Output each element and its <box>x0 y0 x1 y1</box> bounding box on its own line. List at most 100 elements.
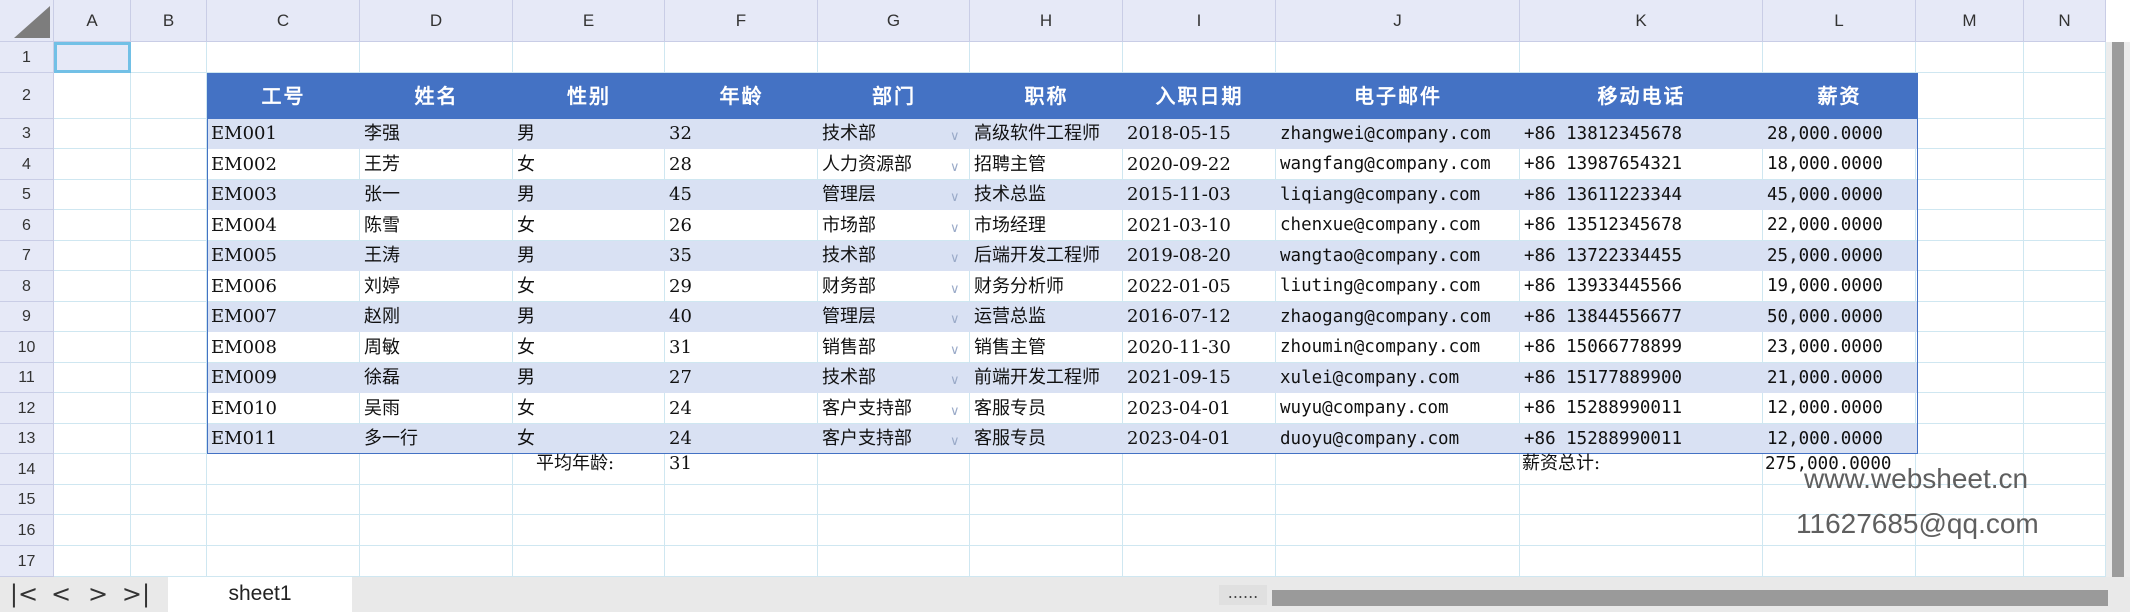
table-cell-mobile-phone[interactable]: +86 13722334455 <box>1520 241 1763 271</box>
table-cell-gender[interactable]: 女 <box>513 149 665 180</box>
table-cell-age[interactable]: 35 <box>665 241 818 271</box>
table-cell-gender[interactable]: 男 <box>513 363 665 393</box>
table-cell-employee-id[interactable]: EM007 <box>207 302 360 332</box>
select-all-corner[interactable] <box>0 0 54 42</box>
table-cell-hire-date[interactable]: 2023-04-01 <box>1123 424 1276 454</box>
table-cell-mobile-phone[interactable]: +86 13933445566 <box>1520 271 1763 302</box>
table-cell-mobile-phone[interactable]: +86 15177889900 <box>1520 363 1763 393</box>
table-cell-mobile-phone[interactable]: +86 15066778899 <box>1520 332 1763 363</box>
table-cell-gender[interactable]: 男 <box>513 119 665 149</box>
table-cell-department[interactable]: 客户支持部 <box>818 393 970 424</box>
dropdown-chevron-icon[interactable]: ∨ <box>950 404 964 419</box>
table-cell-salary[interactable]: 22,000.0000 <box>1763 210 1916 241</box>
table-cell-name[interactable]: 徐磊 <box>360 363 513 393</box>
row-header-9[interactable]: 9 <box>0 302 54 332</box>
table-cell-salary[interactable]: 21,000.0000 <box>1763 363 1916 393</box>
table-cell-department[interactable]: 财务部 <box>818 271 970 302</box>
table-cell-gender[interactable]: 女 <box>513 271 665 302</box>
table-cell-salary[interactable]: 45,000.0000 <box>1763 180 1916 210</box>
table-cell-email[interactable]: duoyu@company.com <box>1276 424 1520 454</box>
column-header-d[interactable]: D <box>360 0 513 42</box>
table-cell-job-title[interactable]: 技术总监 <box>970 180 1123 210</box>
table-cell-gender[interactable]: 女 <box>513 393 665 424</box>
table-cell-name[interactable]: 王芳 <box>360 149 513 180</box>
table-cell-department[interactable]: 管理层 <box>818 302 970 332</box>
dropdown-chevron-icon[interactable]: ∨ <box>950 435 964 449</box>
table-cell-job-title[interactable]: 高级软件工程师 <box>970 119 1123 149</box>
table-cell-hire-date[interactable]: 2020-11-30 <box>1123 332 1276 363</box>
table-cell-name[interactable]: 王涛 <box>360 241 513 271</box>
row-header-1[interactable]: 1 <box>0 42 54 73</box>
prev-sheet-icon[interactable]: < <box>43 577 79 612</box>
dropdown-chevron-icon[interactable]: ∨ <box>950 252 964 266</box>
row-header-17[interactable]: 17 <box>0 546 54 577</box>
table-cell-hire-date[interactable]: 2021-09-15 <box>1123 363 1276 393</box>
table-cell-age[interactable]: 45 <box>665 180 818 210</box>
table-cell-department[interactable]: 技术部 <box>818 363 970 393</box>
column-header-k[interactable]: K <box>1520 0 1763 42</box>
table-header-employee-id[interactable]: 工号 <box>207 73 360 119</box>
column-header-l[interactable]: L <box>1763 0 1916 42</box>
avg-age-label[interactable]: 平均年龄: <box>532 453 682 475</box>
table-cell-gender[interactable]: 女 <box>513 424 665 454</box>
row-header-11[interactable]: 11 <box>0 363 54 393</box>
table-cell-salary[interactable]: 12,000.0000 <box>1763 393 1916 424</box>
table-cell-age[interactable]: 27 <box>665 363 818 393</box>
table-cell-job-title[interactable]: 客服专员 <box>970 393 1123 424</box>
table-cell-salary[interactable]: 18,000.0000 <box>1763 149 1916 180</box>
table-cell-salary[interactable]: 23,000.0000 <box>1763 332 1916 363</box>
next-sheet-icon[interactable]: > <box>80 577 116 612</box>
dropdown-chevron-icon[interactable]: ∨ <box>950 313 964 327</box>
table-cell-department[interactable]: 市场部 <box>818 210 970 241</box>
table-cell-age[interactable]: 29 <box>665 271 818 302</box>
table-cell-name[interactable]: 周敏 <box>360 332 513 363</box>
table-cell-email[interactable]: chenxue@company.com <box>1276 210 1520 241</box>
table-cell-hire-date[interactable]: 2023-04-01 <box>1123 393 1276 424</box>
row-header-3[interactable]: 3 <box>0 119 54 149</box>
table-cell-job-title[interactable]: 财务分析师 <box>970 271 1123 302</box>
table-cell-hire-date[interactable]: 2021-03-10 <box>1123 210 1276 241</box>
table-cell-gender[interactable]: 女 <box>513 332 665 363</box>
table-header-department[interactable]: 部门 <box>818 73 970 119</box>
spreadsheet[interactable]: ABCDEFGHIJKLMN 1 2 3 4 5 6 7 8 9 10 11 12 13 14 15 16 17… <box>0 0 2130 612</box>
vertical-scrollbar-thumb[interactable] <box>2112 42 2124 582</box>
dropdown-chevron-icon[interactable]: ∨ <box>950 160 964 175</box>
column-header-i[interactable]: I <box>1123 0 1276 42</box>
row-header-2[interactable]: 2 <box>0 73 54 119</box>
table-cell-employee-id[interactable]: EM004 <box>207 210 360 241</box>
active-cell-selection[interactable] <box>54 42 131 73</box>
dropdown-chevron-icon[interactable]: ∨ <box>950 374 964 388</box>
table-cell-employee-id[interactable]: EM009 <box>207 363 360 393</box>
sheet-tab-sheet1[interactable]: sheet1 <box>168 577 352 612</box>
row-header-7[interactable]: 7 <box>0 241 54 271</box>
table-cell-email[interactable]: wangtao@company.com <box>1276 241 1520 271</box>
table-cell-department[interactable]: 人力资源部 <box>818 149 970 180</box>
table-cell-department[interactable]: 技术部 <box>818 241 970 271</box>
table-cell-hire-date[interactable]: 2016-07-12 <box>1123 302 1276 332</box>
table-cell-mobile-phone[interactable]: +86 13844556677 <box>1520 302 1763 332</box>
table-cell-age[interactable]: 40 <box>665 302 818 332</box>
dropdown-chevron-icon[interactable]: ∨ <box>950 343 964 358</box>
table-cell-job-title[interactable]: 市场经理 <box>970 210 1123 241</box>
table-cell-employee-id[interactable]: EM005 <box>207 241 360 271</box>
table-cell-gender[interactable]: 女 <box>513 210 665 241</box>
dropdown-chevron-icon[interactable]: ∨ <box>950 221 964 236</box>
table-cell-job-title[interactable]: 前端开发工程师 <box>970 363 1123 393</box>
table-cell-gender[interactable]: 男 <box>513 180 665 210</box>
row-header-16[interactable]: 16 <box>0 515 54 546</box>
row-header-10[interactable]: 10 <box>0 332 54 363</box>
table-cell-age[interactable]: 32 <box>665 119 818 149</box>
table-header-mobile-phone[interactable]: 移动电话 <box>1520 73 1763 119</box>
table-cell-hire-date[interactable]: 2018-05-15 <box>1123 119 1276 149</box>
table-cell-employee-id[interactable]: EM011 <box>207 424 360 454</box>
table-cell-job-title[interactable]: 客服专员 <box>970 424 1123 454</box>
last-sheet-icon[interactable]: >| <box>118 577 154 612</box>
table-cell-hire-date[interactable]: 2019-08-20 <box>1123 241 1276 271</box>
table-cell-age[interactable]: 24 <box>665 393 818 424</box>
table-cell-salary[interactable]: 28,000.0000 <box>1763 119 1916 149</box>
table-cell-age[interactable]: 24 <box>665 424 818 454</box>
table-cell-gender[interactable]: 男 <box>513 302 665 332</box>
table-cell-hire-date[interactable]: 2020-09-22 <box>1123 149 1276 180</box>
table-cell-name[interactable]: 赵刚 <box>360 302 513 332</box>
table-cell-employee-id[interactable]: EM002 <box>207 149 360 180</box>
